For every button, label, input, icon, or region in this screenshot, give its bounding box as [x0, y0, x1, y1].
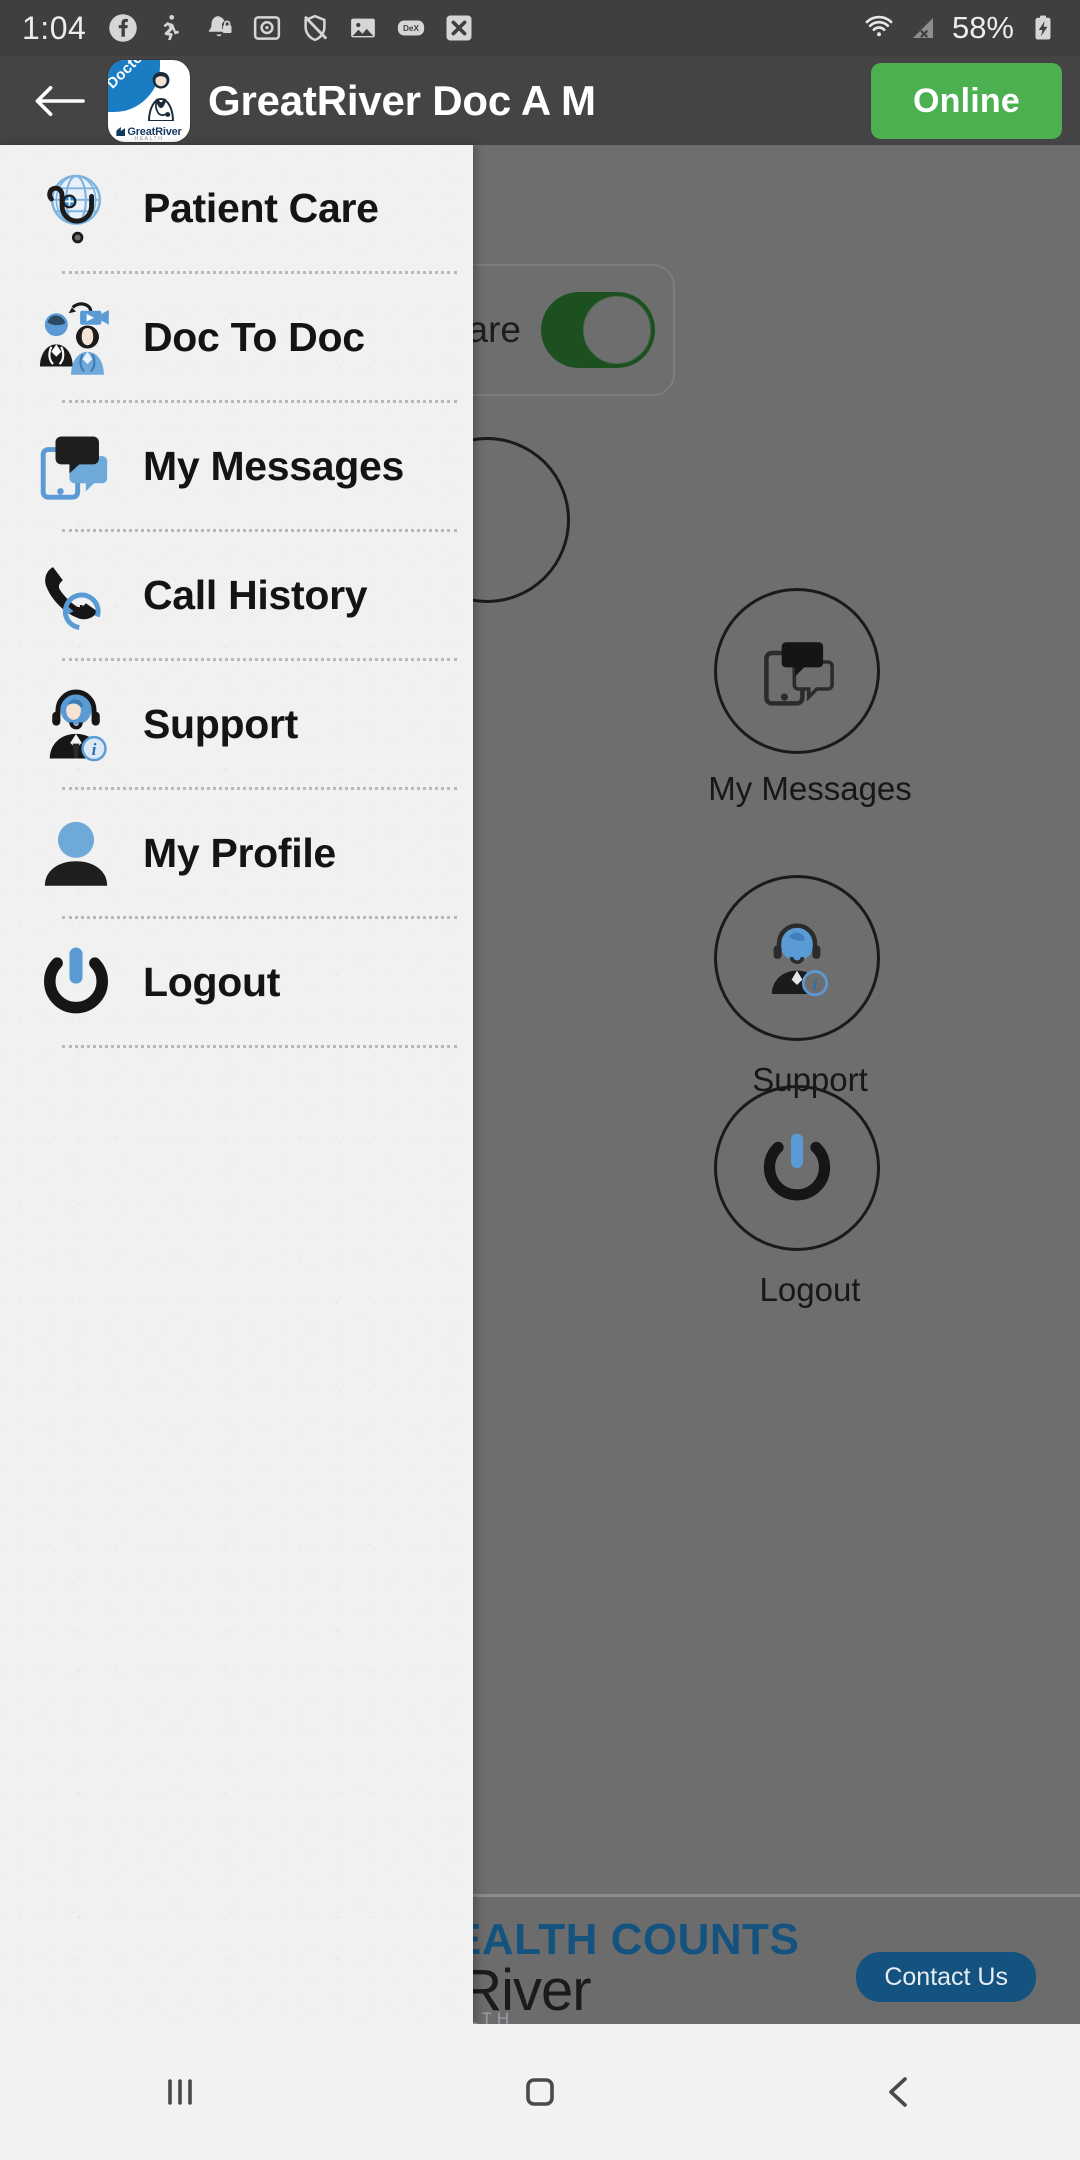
doctor-illustration-icon	[147, 71, 175, 121]
wifi-icon	[865, 15, 893, 37]
bell-lock-icon	[209, 16, 232, 37]
drawer-item-doc-to-doc[interactable]: Doc To Doc	[0, 274, 473, 400]
recents-icon	[168, 2079, 192, 2105]
drawer-item-patient-care[interactable]: Patient Care	[0, 145, 473, 271]
svg-text:i: i	[92, 740, 97, 759]
tile-logout[interactable]	[714, 1085, 880, 1251]
home-icon	[526, 2078, 554, 2106]
app-logo-brand-sub: HEALTH	[134, 135, 164, 142]
globe-stethoscope-icon	[47, 174, 102, 244]
page-title: GreatRiver Doc A M	[208, 76, 596, 124]
navigation-drawer[interactable]: Patient Care Doc To Doc My Messages L Ca…	[0, 145, 473, 2024]
status-system-icons: 58%	[864, 10, 1058, 46]
drawer-item-my-messages[interactable]: My Messages	[0, 403, 473, 529]
close-icon	[446, 15, 472, 41]
power-off-icon	[44, 947, 108, 1014]
care-toggle-switch[interactable]	[541, 292, 655, 368]
drawer-item-call-history[interactable]: L Call History	[0, 532, 473, 658]
headset-agent-info-icon: i	[49, 689, 107, 762]
care-toggle-knob	[583, 296, 651, 364]
back-icon	[889, 2077, 907, 2107]
tile-label-my-messages: My Messages	[708, 770, 912, 807]
back-arrow-icon[interactable]	[30, 77, 88, 125]
cellular-no-signal-icon	[912, 18, 933, 38]
tile-my-messages[interactable]	[714, 588, 880, 754]
tile-support[interactable]: i	[714, 875, 880, 1041]
phone-chat-bubbles-icon	[40, 436, 108, 500]
shield-off-icon	[304, 14, 328, 42]
two-doctors-video-icon	[39, 302, 109, 375]
contact-us-button[interactable]: Contact Us	[856, 1952, 1036, 2002]
status-notification-icons: DeX	[108, 13, 474, 43]
status-bar: 1:04 DeX 58%	[0, 0, 1080, 56]
phone-screen: 1:04 DeX 58% Doctor GreatRiver HEALTH Gr…	[0, 0, 1080, 2160]
safe-box-icon	[254, 16, 281, 40]
drawer-item-label: Support	[143, 700, 299, 747]
drawer-item-label: Patient Care	[143, 184, 379, 231]
phone-clock-history-icon: L	[45, 567, 101, 631]
home-button[interactable]	[465, 2047, 615, 2137]
user-avatar-icon	[44, 821, 108, 886]
drawer-item-logout[interactable]: Logout	[0, 919, 473, 1045]
drawer-item-label: Doc To Doc	[143, 313, 365, 360]
app-bar: Doctor GreatRiver HEALTH GreatRiver Doc …	[0, 56, 1080, 145]
back-button[interactable]	[825, 2047, 975, 2137]
runner-icon	[163, 15, 180, 41]
battery-percent-label: 58%	[951, 10, 1014, 45]
app-logo: Doctor GreatRiver HEALTH	[108, 59, 190, 142]
svg-text:L: L	[79, 602, 90, 622]
online-status-button[interactable]: Online	[871, 62, 1062, 139]
drawer-item-label: My Messages	[143, 442, 405, 489]
battery-charging-icon	[1035, 15, 1051, 40]
svg-text:DeX: DeX	[403, 24, 420, 33]
power-off-icon	[763, 1133, 831, 1201]
drawer-item-support[interactable]: i Support	[0, 661, 473, 787]
recents-button[interactable]	[105, 2047, 255, 2137]
drawer-item-label: Logout	[143, 958, 281, 1005]
facebook-icon	[109, 14, 138, 42]
headset-agent-info-icon: i	[771, 923, 829, 997]
drawer-divider	[62, 1045, 457, 1048]
phone-chat-bubbles-icon	[764, 642, 834, 706]
drawer-item-label: My Profile	[143, 829, 336, 876]
system-navigation-bar	[0, 2024, 1080, 2160]
svg-text:i: i	[813, 975, 818, 994]
photo-icon	[351, 18, 376, 38]
dex-icon: DeX	[398, 20, 425, 36]
drawer-item-my-profile[interactable]: My Profile	[0, 790, 473, 916]
status-clock: 1:04	[22, 9, 87, 46]
drawer-item-label: Call History	[143, 571, 368, 618]
tile-label-logout: Logout	[759, 1271, 861, 1308]
